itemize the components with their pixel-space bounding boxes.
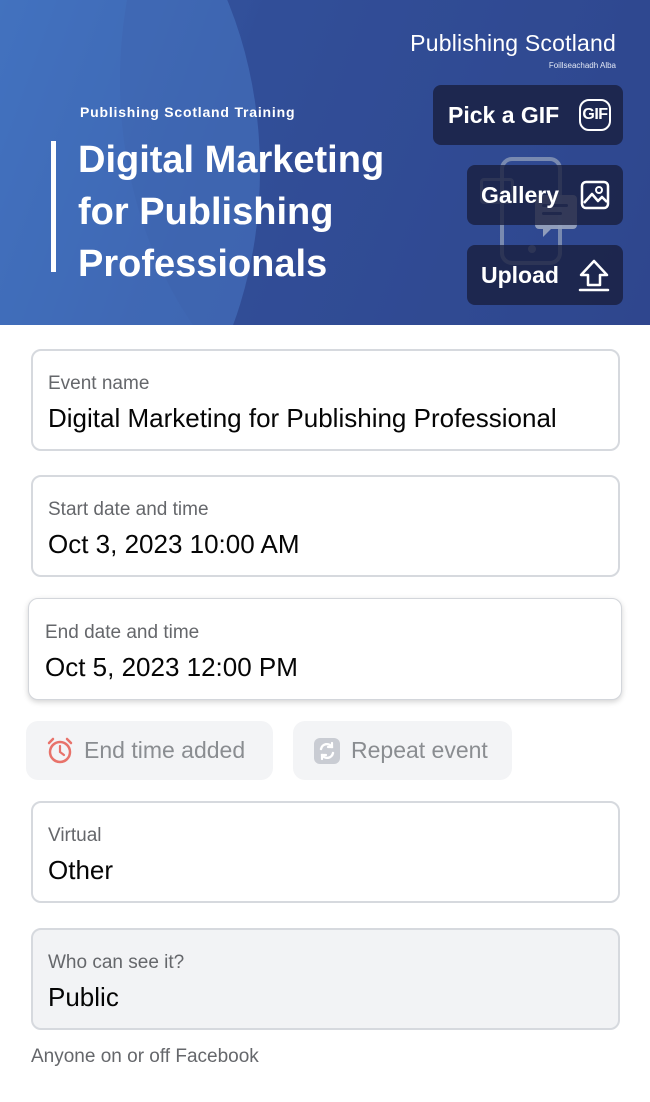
visibility-label: Who can see it? (48, 952, 185, 973)
logo-subtitle: Foillseachadh Alba (548, 61, 616, 70)
gif-icon: GIF (579, 99, 611, 131)
visibility-field[interactable]: Who can see it? Public (31, 928, 620, 1030)
virtual-value[interactable]: Other (48, 855, 613, 886)
cover-title-line: Professionals (78, 243, 328, 285)
repeat-icon (314, 738, 340, 764)
pick-gif-button[interactable]: Pick a GIF GIF (433, 85, 623, 145)
alarm-clock-icon (47, 737, 73, 764)
event-name-label: Event name (48, 373, 150, 394)
start-datetime-field[interactable]: Start date and time Oct 3, 2023 10:00 AM (31, 475, 620, 577)
event-name-input[interactable]: Digital Marketing for Publishing Profess… (48, 403, 613, 434)
start-datetime-label: Start date and time (48, 499, 209, 520)
cover-title-line: for Publishing (78, 191, 334, 233)
end-time-added-chip[interactable]: End time added (26, 721, 273, 780)
cover-kicker: Publishing Scotland Training (80, 104, 296, 120)
upload-arrow-icon (578, 259, 610, 292)
cover-title-line: Digital Marketing (78, 139, 385, 181)
end-datetime-field[interactable]: End date and time Oct 5, 2023 12:00 PM (28, 598, 622, 700)
gallery-label: Gallery (481, 182, 559, 208)
end-datetime-label: End date and time (45, 622, 200, 643)
end-datetime-value[interactable]: Oct 5, 2023 12:00 PM (45, 652, 610, 683)
event-name-field[interactable]: Event name Digital Marketing for Publish… (31, 349, 620, 451)
virtual-label: Virtual (48, 825, 102, 846)
visibility-helper-text: Anyone on or off Facebook (31, 1046, 259, 1067)
event-cover-image: Publishing Scotland Foillseachadh Alba P… (0, 0, 650, 325)
image-icon (580, 180, 610, 210)
virtual-field[interactable]: Virtual Other (31, 801, 620, 903)
pick-gif-label: Pick a GIF (448, 102, 560, 128)
logo-name: Publishing Scotland (410, 30, 616, 56)
start-datetime-value[interactable]: Oct 3, 2023 10:00 AM (48, 529, 613, 560)
publisher-logo: Publishing Scotland Foillseachadh Alba (410, 30, 616, 70)
visibility-value[interactable]: Public (48, 982, 613, 1013)
cover-title: Digital Marketing for Publishing Profess… (78, 134, 438, 290)
upload-button[interactable]: Upload (467, 245, 623, 305)
end-time-added-label: End time added (84, 737, 246, 763)
gallery-button[interactable]: Gallery (467, 165, 623, 225)
repeat-event-chip[interactable]: Repeat event (293, 721, 512, 780)
cover-accent-bar (51, 141, 56, 272)
repeat-event-label: Repeat event (351, 737, 488, 763)
upload-label: Upload (481, 262, 559, 288)
